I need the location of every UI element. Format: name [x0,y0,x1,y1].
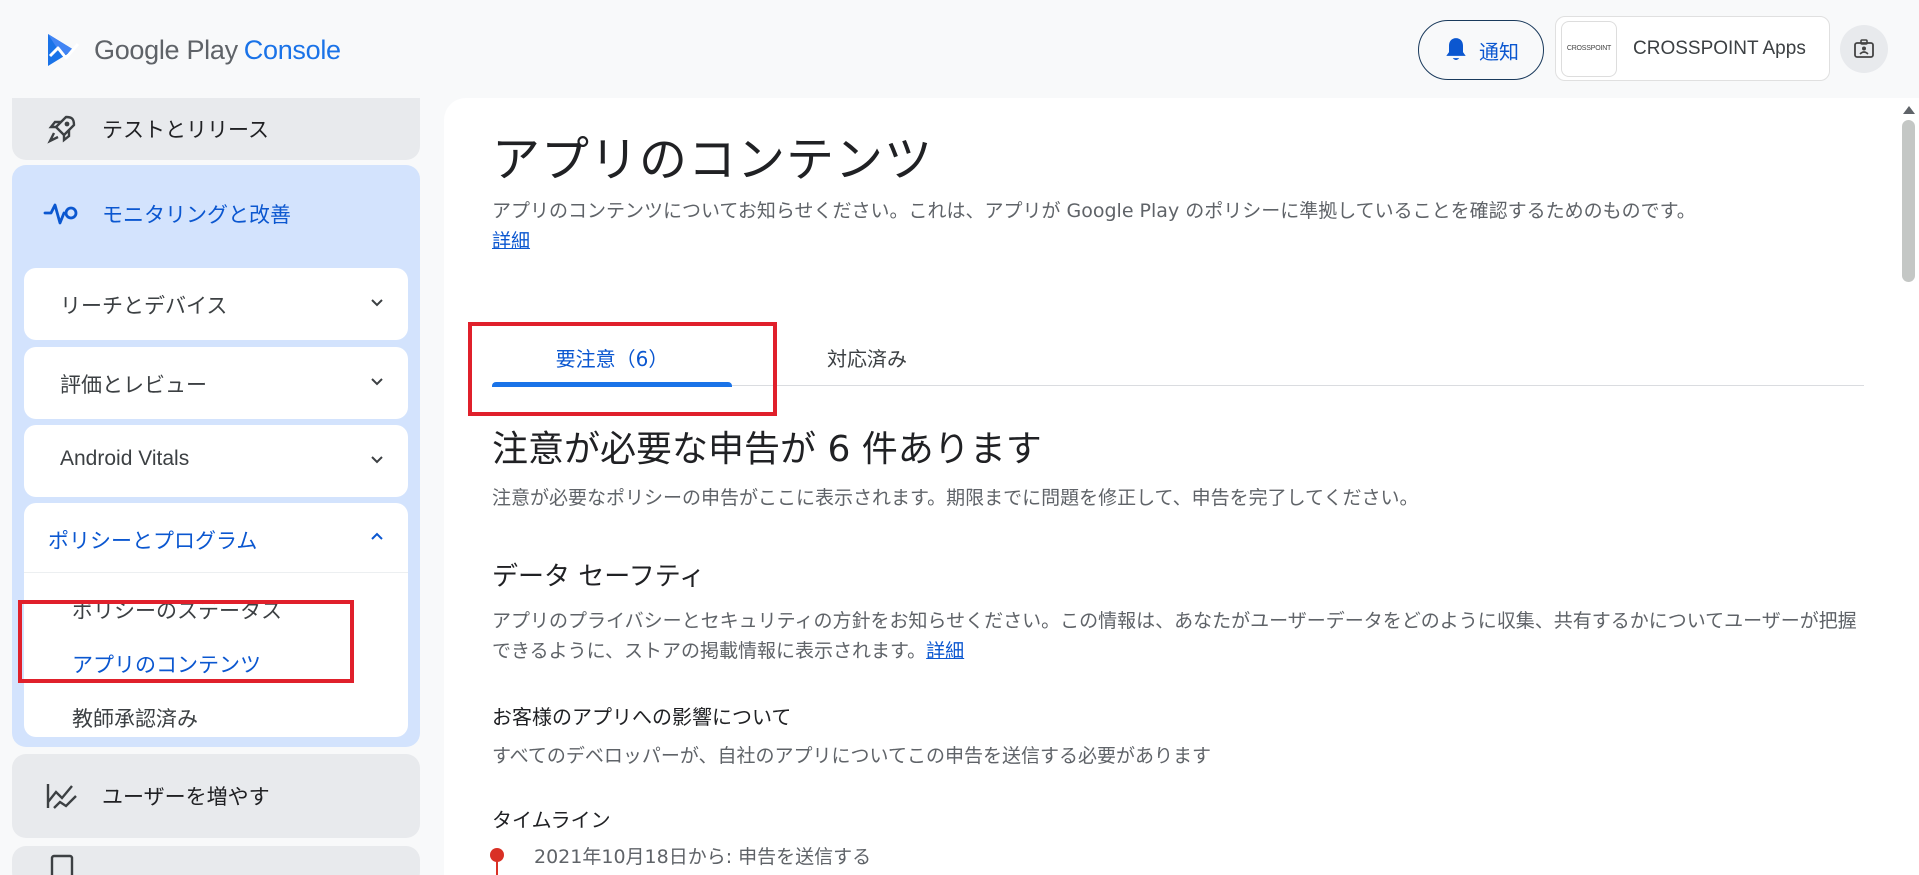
sidebar-item-more[interactable] [12,846,420,875]
sidebar-item-policy-status[interactable]: ポリシーのステータス [72,595,282,625]
profile-button[interactable] [1840,25,1888,73]
active-tab-indicator [492,382,732,387]
chevron-down-icon [371,299,383,307]
sidebar-item-label: リーチとデバイス [60,294,228,318]
tab-addressed[interactable]: 対応済み [792,328,942,386]
attention-description: 注意が必要なポリシーの申告がここに表示されます。期限までに問題を修正して、申告を… [492,487,1419,509]
impact-description: すべてのデベロッパーが、自社のアプリについてこの申告を送信する必要があります [492,745,1211,767]
scroll-thumb[interactable] [1902,120,1915,282]
sidebar-item-app-content[interactable]: アプリのコンテンツ [72,649,261,679]
sidebar-item-ratings-reviews[interactable]: 評価とレビュー [24,347,408,419]
top-app-bar: Google Play Console 通知 CROSSPOINT CROSSPO… [0,0,1919,98]
trend-icon [46,784,77,809]
notifications-label: 通知 [1479,39,1519,64]
timeline-heading: タイムライン [492,808,611,832]
logo-text: Google Play Console [94,34,341,65]
sidebar-item-policy-programs[interactable]: ポリシーとプログラム [24,503,408,573]
tab-bar: 要注意（6） 対応済み [492,328,1864,387]
sidebar-item-label: テストとリリース [102,118,269,142]
timeline-item: 2021年10月18日から: 申告を送信する [534,846,872,868]
sidebar-item-monitoring[interactable]: モニタリングと改善 [12,165,420,261]
chevron-down-icon [371,378,383,386]
sidebar-item-test-release[interactable]: テストとリリース [12,98,420,160]
attention-heading: 注意が必要な申告が 6 件あります [492,429,1042,470]
bell-icon [1446,38,1466,60]
sidebar-item-label: 評価とレビュー [60,373,207,397]
play-console-icon [48,34,80,66]
sidebar-item-grow-users[interactable]: ユーザーを増やす [12,754,420,838]
details-link[interactable]: 詳細 [492,226,530,253]
chevron-down-icon [371,456,383,464]
sidebar-section-policy: ポリシーとプログラム ポリシーのステータス アプリのコンテンツ 教師承認済み [24,503,408,737]
page-description: アプリのコンテンツについてお知らせください。これは、アプリが Google Pl… [492,200,1696,222]
sidebar-item-label: ユーザーを増やす [102,785,270,809]
account-logo: CROSSPOINT [1561,20,1617,77]
sidebar-item-reach-devices[interactable]: リーチとデバイス [24,268,408,340]
scroll-up-arrow[interactable] [1903,106,1915,114]
rocket-icon [47,115,76,144]
sidebar-nav: テストとリリース モニタリングと改善 リーチとデバイス 評価とレビュー Andr… [0,98,430,875]
data-safety-description: アプリのプライバシーとセキュリティの方針をお知らせください。この情報は、あなたが… [492,610,1857,662]
developer-account-switcher[interactable]: CROSSPOINT CROSSPOINT Apps [1555,16,1830,81]
page-title: アプリのコンテンツ [492,132,934,188]
sidebar-item-label: Android Vitals [60,447,190,470]
tab-needs-attention[interactable]: 要注意（6） [492,328,732,387]
document-icon [50,854,74,875]
google-play-console-logo[interactable]: Google Play Console [44,30,341,70]
notifications-button[interactable]: 通知 [1418,20,1544,80]
sidebar-group-monitoring: モニタリングと改善 リーチとデバイス 評価とレビュー Android Vital… [12,165,420,747]
page-scrollbar[interactable] [1898,98,1919,875]
timeline-line [496,860,498,875]
sidebar-item-label: ポリシーとプログラム [48,529,258,553]
sidebar-item-teacher-approved[interactable]: 教師承認済み [72,703,198,733]
tab-label: 対応済み [827,346,907,371]
data-safety-details-link[interactable]: 詳細 [926,640,964,662]
data-safety-heading: データ セーフティ [492,562,706,592]
main-content: アプリのコンテンツ アプリのコンテンツについてお知らせください。これは、アプリが… [444,98,1919,875]
sidebar-item-label: モニタリングと改善 [102,203,291,227]
tab-label: 要注意（6） [555,346,669,371]
id-badge-icon [1854,39,1874,58]
impact-heading: お客様のアプリへの影響について [492,705,792,729]
pulse-icon [43,203,78,225]
sidebar-item-android-vitals[interactable]: Android Vitals [24,425,408,497]
chevron-up-icon [371,532,383,540]
account-name: CROSSPOINT Apps [1633,37,1806,59]
